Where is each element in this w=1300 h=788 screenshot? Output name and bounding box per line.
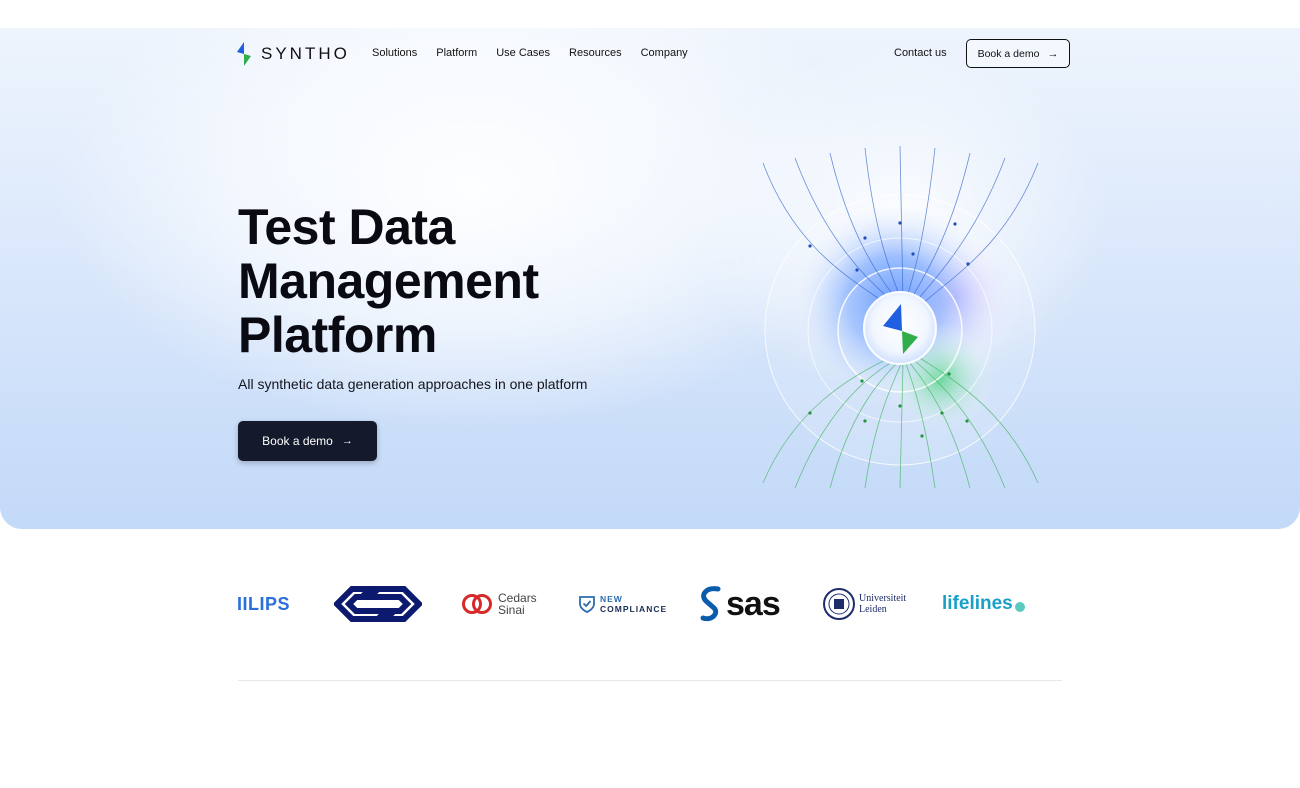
philips-wordmark: IILIPS	[237, 593, 291, 614]
hero-title-line-3: Platform	[238, 307, 437, 363]
arrow-right-icon: →	[1047, 47, 1059, 60]
logo-ns	[334, 580, 422, 628]
cedars-line-2: Sinai	[498, 603, 525, 617]
nav-book-demo-button[interactable]: Book a demo →	[966, 39, 1070, 68]
menu-item-solutions[interactable]: Solutions	[372, 47, 417, 59]
sas-swirl-icon	[700, 586, 721, 622]
leiden-seal-icon	[823, 588, 855, 620]
hero-subtitle: All synthetic data generation approaches…	[238, 376, 588, 392]
lifelines-wordmark: lifelines	[942, 593, 1013, 614]
sas-wordmark: sas	[726, 584, 781, 623]
menu-item-resources[interactable]: Resources	[569, 47, 622, 59]
top-nav: SYNTHO Solutions Platform Use Cases Reso…	[0, 28, 1300, 80]
section-divider	[238, 680, 1062, 681]
leiden-line-2: Leiden	[859, 604, 887, 615]
logo-philips: IILIPS	[237, 580, 290, 628]
hero-book-demo-button[interactable]: Book a demo →	[238, 421, 377, 461]
logo-lifelines: lifelines	[942, 580, 1026, 628]
shield-check-icon	[579, 596, 595, 613]
main-menu: Solutions Platform Use Cases Resources C…	[372, 47, 688, 59]
client-logos-strip: IILIPS Cedars Sinai NEW COMPLIANCE sas U…	[0, 580, 1300, 630]
hero-orb-illustration	[762, 145, 1039, 488]
menu-item-company[interactable]: Company	[641, 47, 688, 59]
ns-logo-icon	[334, 586, 422, 622]
newc-line-1: NEW	[600, 594, 623, 604]
hero-title: Test Data Management Platform	[238, 200, 698, 362]
hero-title-line-1: Test Data	[238, 199, 455, 255]
nav-book-demo-label: Book a demo	[977, 47, 1040, 60]
logo-sas: sas	[698, 580, 781, 628]
syntho-logo-icon	[237, 42, 251, 66]
brand-logo[interactable]: SYNTHO	[235, 41, 350, 67]
logo-cedars-sinai: Cedars Sinai	[461, 580, 537, 628]
logo-universiteit-leiden: Universiteit Leiden	[823, 580, 906, 628]
contact-link[interactable]: Contact us	[894, 47, 947, 59]
leiden-line-1: Universiteit	[859, 593, 907, 604]
hero-title-line-2: Management	[238, 253, 539, 309]
hero-section: SYNTHO Solutions Platform Use Cases Reso…	[0, 28, 1300, 529]
lifelines-dot-icon	[1014, 602, 1025, 612]
logo-new-compliance: NEW COMPLIANCE	[578, 580, 667, 628]
hero-book-demo-label: Book a demo	[262, 434, 333, 448]
newc-line-2: COMPLIANCE	[600, 604, 668, 614]
cedars-sinai-logo-icon	[462, 594, 492, 614]
menu-item-use-cases[interactable]: Use Cases	[496, 47, 550, 59]
brand-name: SYNTHO	[261, 44, 350, 63]
arrow-right-icon: →	[341, 435, 353, 447]
menu-item-platform[interactable]: Platform	[436, 47, 477, 59]
